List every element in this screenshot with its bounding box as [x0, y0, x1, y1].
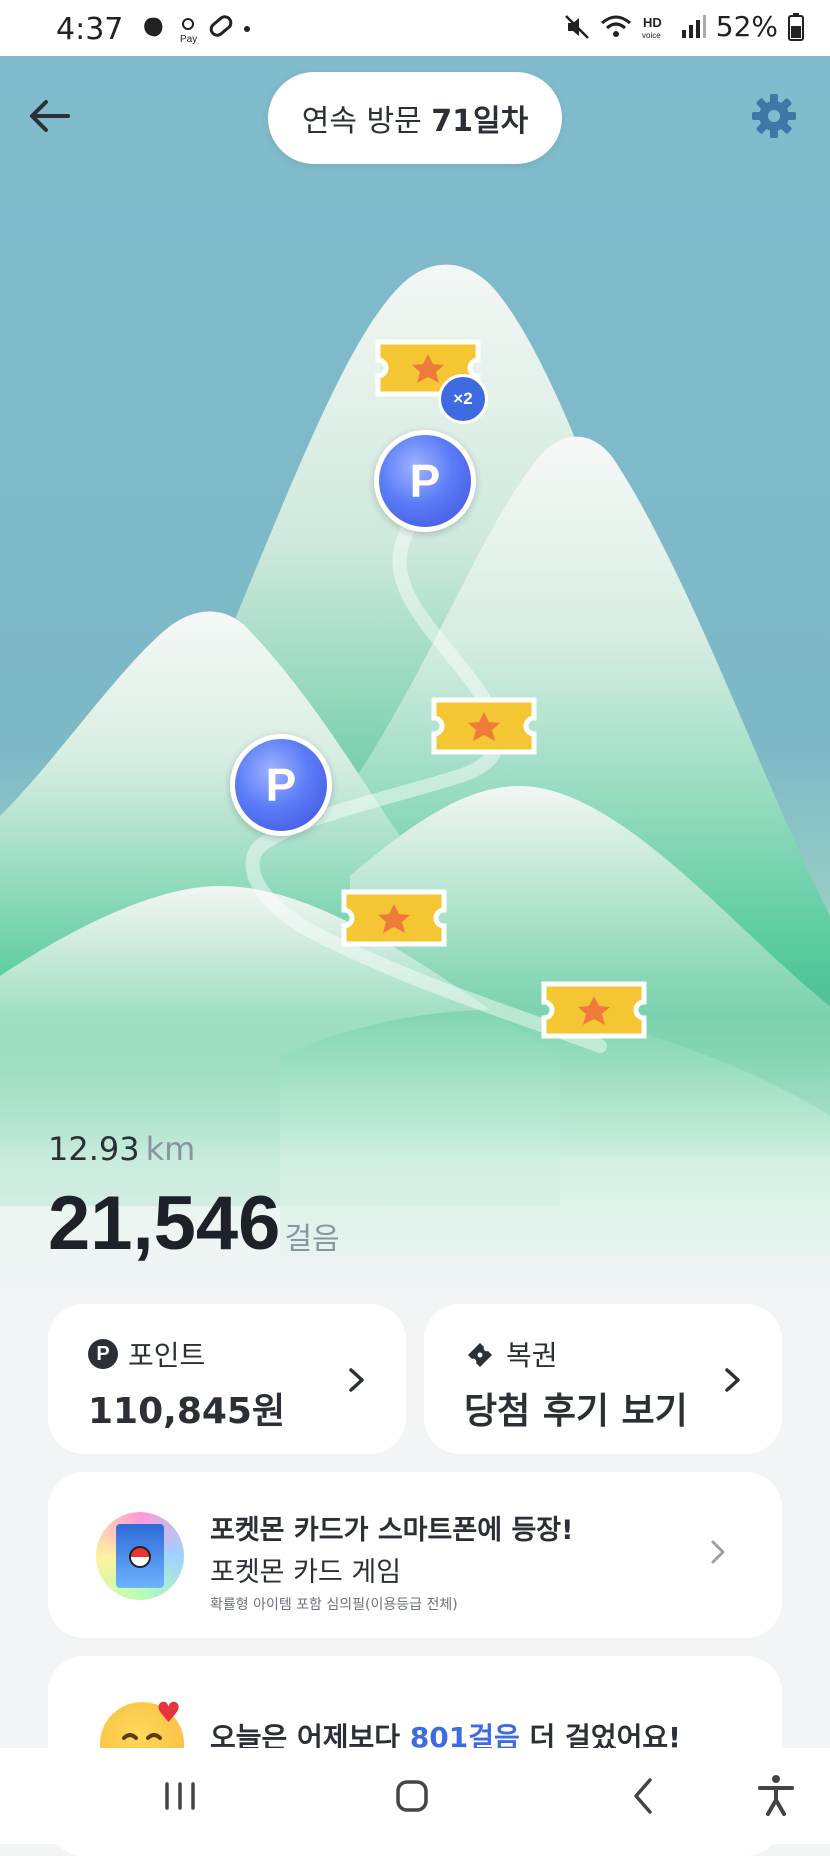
mountains-illustration [0, 264, 830, 1306]
promo-subtitle: 포켓몬 카드 게임 [210, 1557, 402, 1588]
promo-banner[interactable]: 포켓몬 카드가 스마트폰에 등장! 포켓몬 카드 게임 확률형 아이템 포함 심… [48, 1472, 782, 1638]
accessibility-icon[interactable] [746, 1768, 806, 1824]
battery-percent: 52% [715, 10, 778, 43]
points-card[interactable]: P 포인트 110,845원 [48, 1304, 406, 1454]
mute-icon [564, 14, 589, 39]
home-icon[interactable] [382, 1768, 442, 1824]
svg-text:Pay: Pay [180, 34, 197, 44]
mountain-scene [0, 56, 830, 1306]
chevron-right-icon [725, 1368, 740, 1392]
ticket-reward-middle[interactable] [426, 694, 542, 772]
top-bar: 연속 방문 71일차 [0, 56, 830, 176]
battery-icon [788, 12, 804, 41]
wifi-icon [600, 15, 631, 37]
lottery-label: 복권 [506, 1339, 558, 1372]
step-count: 21,546 걸음 [48, 1186, 340, 1262]
gear-icon[interactable] [748, 90, 800, 142]
point-coin-middle[interactable]: P [230, 734, 332, 836]
point-icon: P [88, 1339, 118, 1369]
pokemon-card-thumbnail [96, 1512, 184, 1600]
hd-voice-icon: HDvoice [642, 15, 662, 40]
lottery-label-row: 복권 [464, 1334, 558, 1374]
points-label-row: P 포인트 [88, 1334, 205, 1374]
visit-streak-prefix: 연속 방문 [301, 104, 432, 139]
heart-icon: ♥ [156, 1696, 182, 1729]
notification-icons: Pay [140, 12, 240, 48]
multiplier-badge: ×2 [438, 374, 488, 424]
visit-streak-badge: 연속 방문 71일차 [268, 72, 562, 164]
signal-icon [681, 14, 706, 38]
steps-value: 21,546 [48, 1181, 281, 1266]
svg-text:voice: voice [642, 31, 661, 40]
chevron-right-icon [349, 1368, 364, 1392]
distance-value: 12.93 [48, 1130, 140, 1168]
steps-unit: 걸음 [284, 1222, 340, 1257]
status-bar: 4:37 Pay HD voice 52% [0, 0, 830, 56]
recent-apps-icon[interactable] [150, 1768, 210, 1824]
distance-readout: 12.93 km [48, 1130, 195, 1168]
lottery-review-link: 당첨 후기 보기 [464, 1391, 688, 1432]
ticket-icon [468, 1343, 492, 1367]
more-notifications-dot [244, 26, 250, 32]
lottery-card[interactable]: 복권 당첨 후기 보기 [424, 1304, 782, 1454]
svg-text:HD: HD [643, 15, 662, 30]
chevron-right-icon [711, 1540, 725, 1564]
ticket-reward-lower[interactable] [336, 886, 452, 964]
promo-rating-note: 확률형 아이템 포함 심의필(이용등급 전체) [210, 1597, 458, 1613]
promo-title: 포켓몬 카드가 스마트폰에 등장! [210, 1515, 574, 1546]
status-time: 4:37 [56, 12, 124, 47]
system-nav-bar [0, 1748, 830, 1844]
back-arrow-icon[interactable] [24, 90, 76, 142]
pokeball-icon [129, 1546, 151, 1568]
distance-unit: km [145, 1130, 196, 1168]
points-value: 110,845원 [88, 1391, 286, 1432]
back-nav-icon[interactable] [614, 1768, 674, 1824]
points-label: 포인트 [128, 1339, 206, 1372]
visit-streak-days: 71일차 [431, 104, 529, 139]
point-coin-top[interactable]: P [374, 430, 476, 532]
ticket-reward-bottom[interactable] [536, 978, 652, 1056]
